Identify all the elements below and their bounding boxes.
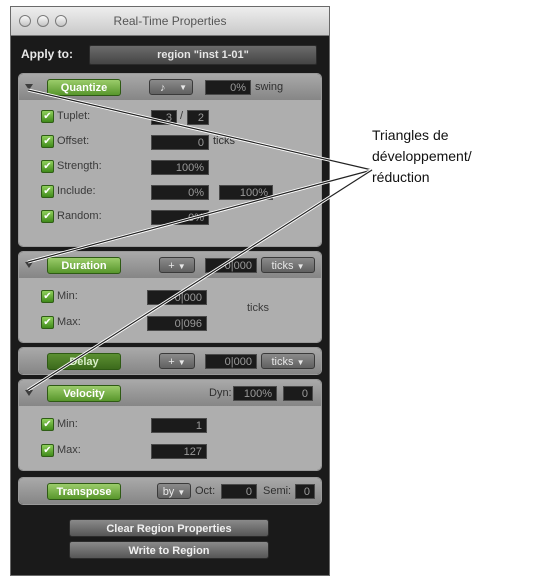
annotation-line-3: réduction bbox=[372, 169, 430, 185]
pointer-line-velocity bbox=[27, 169, 373, 391]
annotation-line-2: développement/ bbox=[372, 148, 472, 164]
pointer-line-quantize bbox=[27, 89, 373, 171]
annotation-line-1: Triangles de bbox=[372, 127, 449, 143]
annotation-pointer-lines bbox=[27, 88, 373, 392]
pointer-line-duration bbox=[27, 169, 373, 263]
annotation-callout: Triangles de développement/ réduction bbox=[372, 125, 472, 188]
